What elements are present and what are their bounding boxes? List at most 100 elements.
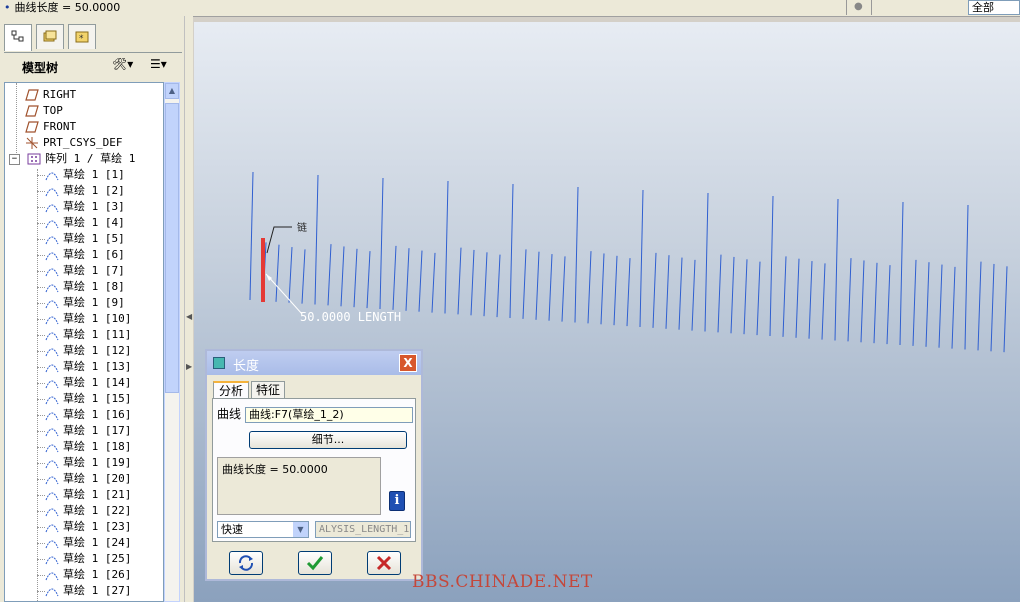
tree-item-label: PRT_CSYS_DEF (43, 136, 123, 149)
pattern-curve[interactable] (548, 254, 553, 321)
mode-select[interactable]: 快速 ▼ (217, 521, 309, 538)
tree-connector (37, 543, 45, 544)
ok-button[interactable] (298, 551, 332, 575)
pattern-curve[interactable] (808, 261, 813, 339)
pattern-curve[interactable] (522, 249, 527, 319)
pattern-curve[interactable] (639, 189, 644, 328)
pattern-curve[interactable] (418, 250, 423, 312)
curve-collector[interactable]: 曲线:F7(草绘_1_2) (245, 407, 413, 423)
pattern-curve[interactable] (691, 259, 696, 331)
pattern-curve[interactable] (899, 201, 904, 346)
pattern-curve[interactable] (275, 244, 280, 302)
pattern-curve[interactable] (977, 261, 982, 351)
pattern-curve[interactable] (951, 266, 956, 349)
sketch-icon (45, 364, 59, 373)
pattern-curve[interactable] (665, 255, 670, 329)
datum-plane-icon (25, 121, 39, 133)
pattern-curve[interactable] (873, 262, 878, 344)
pattern-curve[interactable] (925, 262, 930, 347)
tab-analysis[interactable]: 分析 (213, 381, 249, 399)
pattern-curve[interactable] (938, 264, 943, 348)
pattern-curve[interactable] (756, 261, 761, 336)
refresh-icon (238, 555, 254, 571)
pattern-curve[interactable] (730, 256, 735, 334)
scroll-up-icon[interactable]: ▲ (165, 83, 179, 99)
tab-feature[interactable]: 特征 (251, 381, 285, 399)
pattern-curve[interactable] (717, 254, 722, 333)
pattern-curve[interactable] (353, 248, 358, 308)
pattern-curve[interactable] (769, 195, 774, 337)
pattern-curve[interactable] (561, 256, 566, 322)
tree-scrollbar[interactable]: ▲ (164, 82, 180, 602)
pattern-curve[interactable] (379, 177, 384, 310)
pattern-curve[interactable] (574, 186, 579, 323)
pattern-curve[interactable] (652, 252, 657, 328)
close-button[interactable]: X (399, 354, 417, 372)
chevron-down-icon: ▾ (160, 57, 167, 71)
tree-connector (37, 367, 45, 368)
pattern-curve[interactable] (392, 245, 397, 310)
pattern-curve[interactable] (990, 263, 995, 352)
pattern-curve[interactable] (704, 192, 709, 332)
tree-connector (37, 223, 45, 224)
pattern-curve[interactable] (1003, 266, 1008, 353)
pattern-curve[interactable] (496, 254, 501, 318)
expand-right-icon[interactable]: ▶ (186, 362, 192, 371)
repeat-button[interactable] (229, 551, 263, 575)
pattern-curve[interactable] (301, 249, 306, 304)
pattern-curve[interactable] (834, 198, 839, 341)
pattern-curve[interactable] (340, 246, 345, 307)
pattern-curve[interactable] (743, 259, 748, 335)
pattern-curve[interactable] (366, 251, 371, 309)
details-button[interactable]: 细节... (249, 431, 407, 449)
feature-name-field[interactable]: ALYSIS_LENGTH_1 (315, 521, 411, 538)
panel-splitter[interactable]: ◀ ▶ (184, 16, 193, 602)
model-tree-header: 模型树 🛠▾ ☰▾ (4, 52, 182, 79)
pattern-curve[interactable] (860, 260, 865, 343)
tree-item-label: 草绘 1 [1] (63, 168, 125, 181)
pattern-curve[interactable] (457, 247, 462, 315)
pattern-curve[interactable] (483, 252, 488, 317)
tab-favorites[interactable]: * (68, 24, 96, 49)
selection-filter-select[interactable]: 全部 (968, 0, 1020, 15)
pattern-curve[interactable] (509, 183, 514, 319)
tree-columns-button[interactable]: ☰▾ (150, 57, 184, 75)
pattern-curve[interactable] (327, 244, 332, 306)
pattern-curve[interactable] (613, 255, 618, 326)
tree-item-label: 草绘 1 [21] (63, 488, 132, 501)
dialog-titlebar[interactable]: 长度 X (207, 351, 421, 375)
tree-item-label: 草绘 1 [3] (63, 200, 125, 213)
status-text: 曲线长度 = 50.0000 (14, 1, 121, 14)
pattern-curve[interactable] (587, 251, 592, 324)
lock-button[interactable]: ● (846, 0, 872, 15)
tab-model-tree[interactable] (4, 24, 32, 51)
collapse-left-icon[interactable]: ◀ (186, 312, 192, 321)
pattern-curve[interactable] (249, 171, 254, 301)
pattern-curve[interactable] (314, 174, 319, 305)
pattern-curve[interactable] (535, 251, 540, 320)
pattern-curve[interactable] (470, 249, 475, 316)
pattern-curve[interactable] (405, 248, 410, 311)
pattern-curve[interactable] (288, 247, 293, 303)
pattern-curve[interactable] (964, 204, 969, 350)
pattern-curve[interactable] (678, 257, 683, 330)
pattern-curve[interactable] (431, 252, 436, 313)
pattern-curve[interactable] (795, 258, 800, 338)
pattern-curve[interactable] (782, 256, 787, 337)
pattern-curve[interactable] (262, 242, 267, 301)
pattern-curve[interactable] (912, 259, 917, 346)
collapse-toggle[interactable]: − (9, 154, 20, 165)
pattern-curve[interactable] (886, 265, 891, 345)
pattern-curve[interactable] (600, 253, 605, 325)
pattern-curve[interactable] (626, 258, 631, 327)
pattern-curve[interactable] (847, 258, 852, 342)
info-icon[interactable]: i (389, 491, 405, 511)
sketch-icon (45, 220, 59, 229)
tree-connector (37, 319, 45, 320)
pattern-curve[interactable] (444, 180, 449, 314)
pattern-curve[interactable] (821, 263, 826, 340)
scroll-thumb[interactable] (165, 103, 179, 393)
tree-settings-button[interactable]: 🛠▾ (112, 57, 140, 75)
cancel-button[interactable] (367, 551, 401, 575)
tab-folder-browser[interactable] (36, 24, 64, 49)
